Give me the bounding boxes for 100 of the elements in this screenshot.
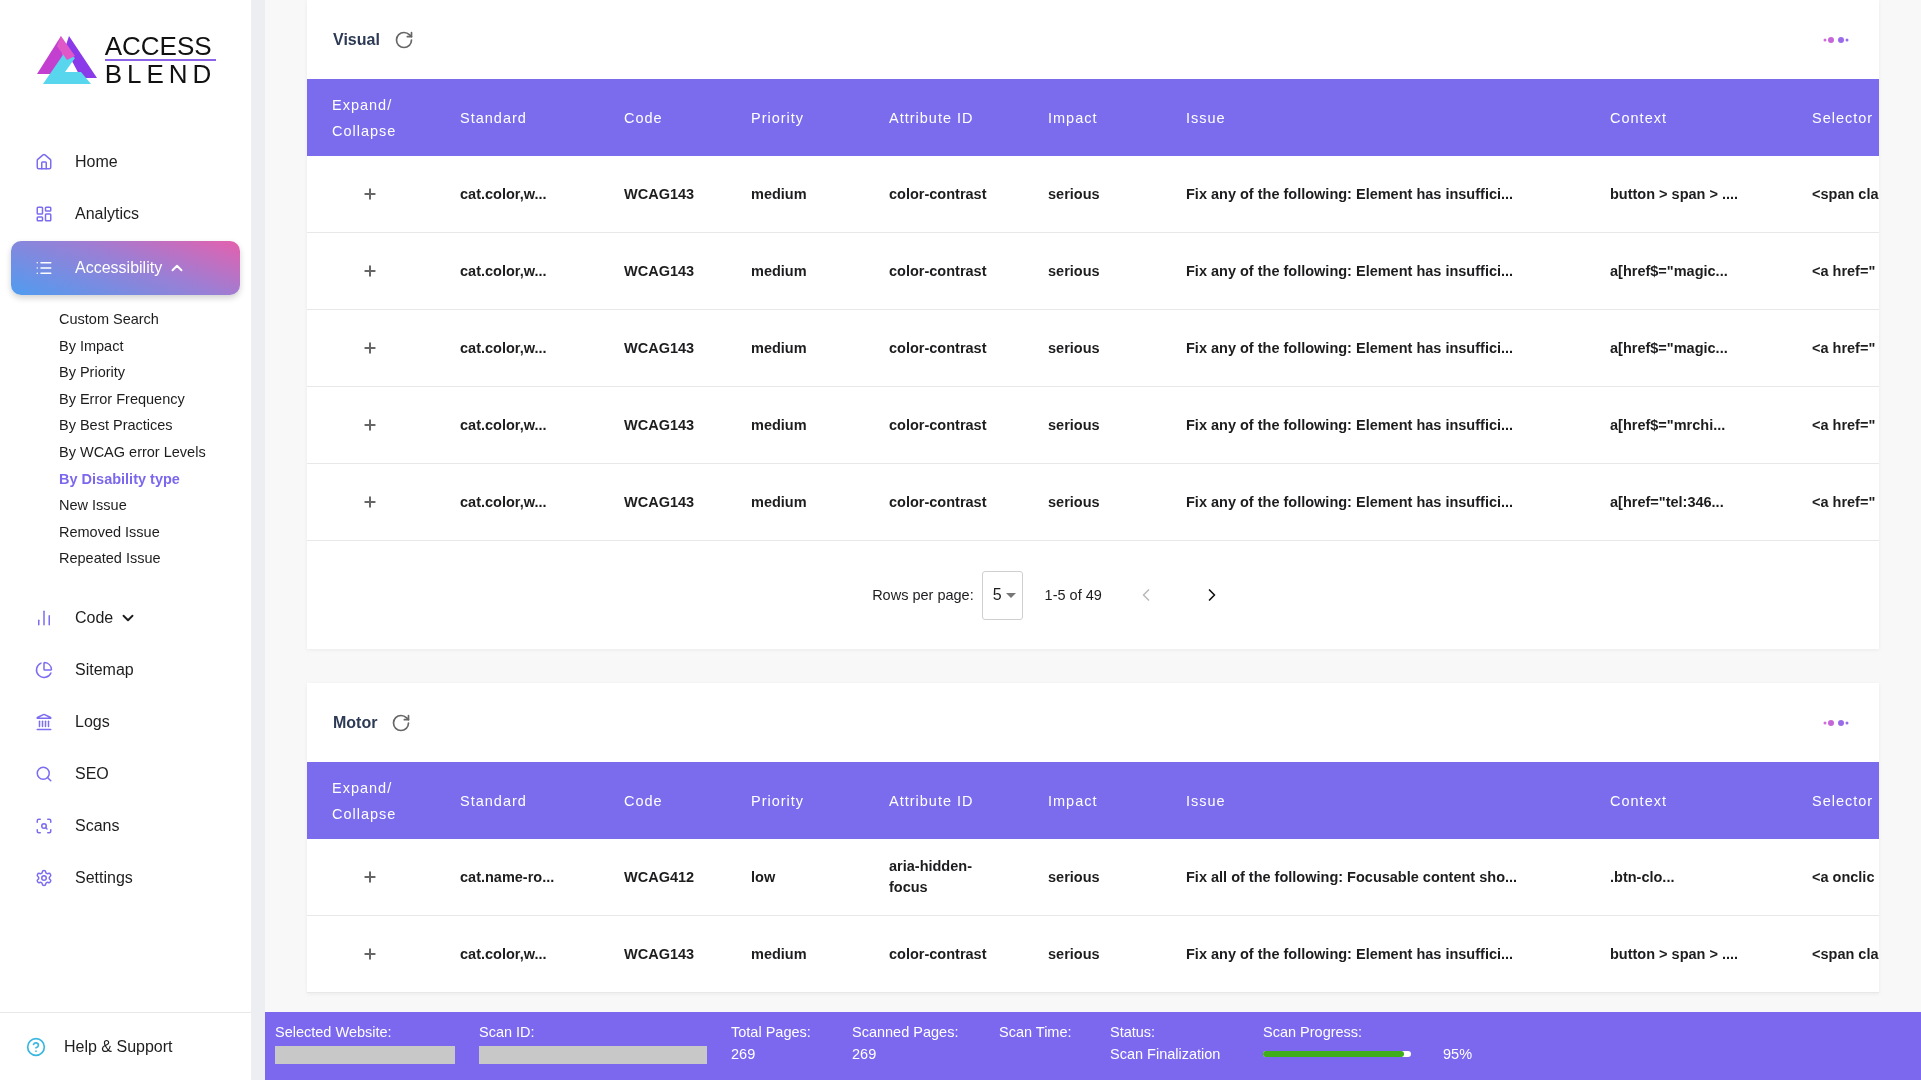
refresh-icon[interactable]	[391, 712, 412, 733]
nav-item[interactable]: Scans	[11, 800, 240, 851]
table-cell-text: <a onclic	[1812, 867, 1876, 887]
nav-subitem[interactable]: Removed Issue	[59, 518, 251, 546]
table-cell-text: WCAG412	[624, 867, 696, 887]
table-cell-text: serious	[1048, 261, 1101, 281]
column-header: Selector	[1812, 108, 1875, 128]
column-header: Expand/ Collapse	[332, 95, 398, 141]
table-cell-text: Fix all of the following: Focusable content sho...	[1186, 867, 1519, 887]
table-cell-text: a[href$="mrchi...	[1610, 415, 1727, 435]
bank-icon	[35, 712, 53, 731]
section-title: Visual	[333, 30, 380, 49]
table-cell-text: Fix any of the following: Element has insuffici...	[1186, 492, 1515, 512]
table-cell-text: color-contrast	[889, 492, 988, 512]
table-cell-text: low	[751, 867, 777, 887]
plus-icon	[362, 186, 378, 202]
table-cell-text: <span cla	[1812, 944, 1879, 964]
table-cell-text: a[href="tel:346...	[1610, 492, 1725, 512]
expand-button[interactable]	[362, 417, 378, 433]
settings-icon	[35, 868, 53, 887]
nav-item[interactable]: SEO	[11, 748, 240, 799]
nav-subitem[interactable]: By Impact	[59, 332, 251, 360]
table-cell-text: button > span > ....	[1610, 184, 1740, 204]
section-title: Motor	[333, 713, 378, 732]
status-label: Scan Progress:	[1263, 1024, 1364, 1040]
nav-subitem[interactable]: By Best Practices	[59, 412, 251, 439]
column-header: Issue	[1186, 108, 1227, 128]
bar-chart-icon	[35, 608, 53, 627]
refresh-icon[interactable]	[393, 29, 414, 50]
table-cell-text: .btn-clo...	[1610, 867, 1676, 887]
loading-dots-icon	[1823, 718, 1851, 727]
status-value: 269	[731, 1046, 757, 1062]
table-cell-text: medium	[751, 492, 808, 512]
column-header: Context	[1610, 791, 1668, 811]
column-header: Impact	[1048, 108, 1099, 128]
column-header: Standard	[460, 108, 528, 128]
nav-item[interactable]: Analytics	[11, 189, 240, 239]
table-cell-text: cat.color,w...	[460, 415, 548, 435]
expand-button[interactable]	[362, 494, 378, 510]
nav-subitem[interactable]: New Issue	[59, 492, 251, 519]
home-icon	[35, 153, 53, 171]
column-header: Attribute ID	[889, 108, 975, 128]
table-cell-text: serious	[1048, 415, 1101, 435]
nav-subitem[interactable]: By Disability type	[59, 465, 251, 493]
nav-subitem[interactable]: Custom Search	[59, 306, 251, 333]
rows-per-page-select[interactable]: 5	[981, 570, 1023, 620]
table-cell-text: WCAG143	[624, 184, 696, 204]
table-cell-text: cat.color,w...	[460, 944, 548, 964]
expand-button[interactable]	[362, 263, 378, 279]
table-cell-text: Fix any of the following: Element has insuffici...	[1186, 184, 1515, 204]
table-cell-text: cat.color,w...	[460, 261, 548, 281]
expand-button[interactable]	[362, 869, 378, 885]
nav-subitem[interactable]: Repeated Issue	[59, 545, 251, 572]
table-cell-text: aria-hidden-focus	[889, 857, 973, 897]
column-header: Context	[1610, 108, 1668, 128]
table-cell-text: serious	[1048, 492, 1101, 512]
table-cell-text: Fix any of the following: Element has insuffici...	[1186, 944, 1515, 964]
column-header: Code	[624, 791, 664, 811]
help-icon	[26, 1036, 46, 1057]
pie-chart-icon	[35, 660, 53, 679]
nav-item[interactable]: Sitemap	[11, 644, 240, 695]
page-range: 1-5 of 49	[1044, 587, 1102, 603]
status-label: Selected Website:	[275, 1024, 393, 1040]
logo-icon	[34, 34, 99, 86]
expand-button[interactable]	[362, 340, 378, 356]
plus-icon	[362, 494, 378, 510]
table-cell-text: medium	[751, 415, 808, 435]
nav-item[interactable]: Code	[11, 592, 240, 643]
table-cell-text: button > span > ....	[1610, 944, 1740, 964]
table-cell-text: <a href="	[1812, 338, 1877, 358]
status-label: Scanned Pages:	[852, 1024, 960, 1040]
table-cell-text: WCAG143	[624, 415, 696, 435]
table-cell-text: WCAG143	[624, 261, 696, 281]
table-cell-text: serious	[1048, 944, 1101, 964]
table-cell-text: <span cla	[1812, 184, 1879, 204]
column-header: Expand/ Collapse	[332, 778, 398, 824]
table-cell-text: color-contrast	[889, 261, 988, 281]
table-cell-text: Fix any of the following: Element has insuffici...	[1186, 415, 1515, 435]
nav-subitem[interactable]: By Error Frequency	[59, 385, 251, 413]
nav-subitem[interactable]: By WCAG error Levels	[59, 438, 251, 466]
plus-icon	[362, 869, 378, 885]
loading-dots-icon	[1823, 35, 1851, 44]
table-cell-text: medium	[751, 338, 808, 358]
nav-item[interactable]: Logs	[11, 696, 240, 747]
table-cell-text: <a href="	[1812, 261, 1877, 281]
table-cell-text: WCAG143	[624, 492, 696, 512]
expand-button[interactable]	[362, 186, 378, 202]
nav-item[interactable]: Home	[11, 137, 240, 187]
help-support-link[interactable]: Help & Support	[0, 1012, 251, 1080]
progress-reading: 95%	[1443, 1046, 1473, 1062]
expand-button[interactable]	[362, 946, 378, 962]
nav-item[interactable]: Settings	[11, 852, 240, 903]
plus-icon	[362, 946, 378, 962]
table-cell-text: medium	[751, 261, 808, 281]
column-header: Issue	[1186, 791, 1227, 811]
table-cell-text: color-contrast	[889, 415, 988, 435]
scan-icon	[35, 816, 53, 835]
column-header: Priority	[751, 108, 806, 128]
nav-subitem[interactable]: By Priority	[59, 359, 251, 386]
table-cell-text: serious	[1048, 338, 1101, 358]
